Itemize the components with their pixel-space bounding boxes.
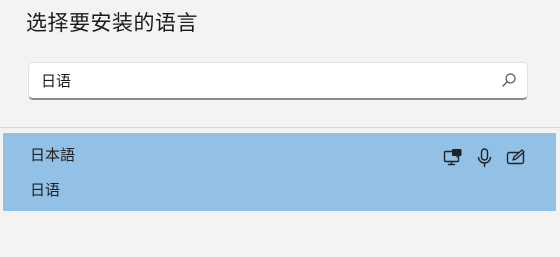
divider <box>0 127 560 128</box>
search-icon[interactable] <box>501 72 517 88</box>
speech-icon <box>474 147 495 168</box>
language-feature-icons <box>442 147 527 168</box>
language-list-item[interactable]: 日本語 日语 <box>3 133 556 211</box>
display-language-icon <box>442 147 463 168</box>
handwriting-icon <box>506 147 527 168</box>
language-picker-dialog: 选择要安装的语言 日本語 日语 <box>0 0 560 257</box>
language-native-name: 日本語 <box>30 146 76 164</box>
search-input[interactable] <box>29 63 489 98</box>
language-local-name: 日语 <box>30 181 61 199</box>
dialog-title: 选择要安装的语言 <box>26 11 198 35</box>
search-box[interactable] <box>28 62 528 100</box>
